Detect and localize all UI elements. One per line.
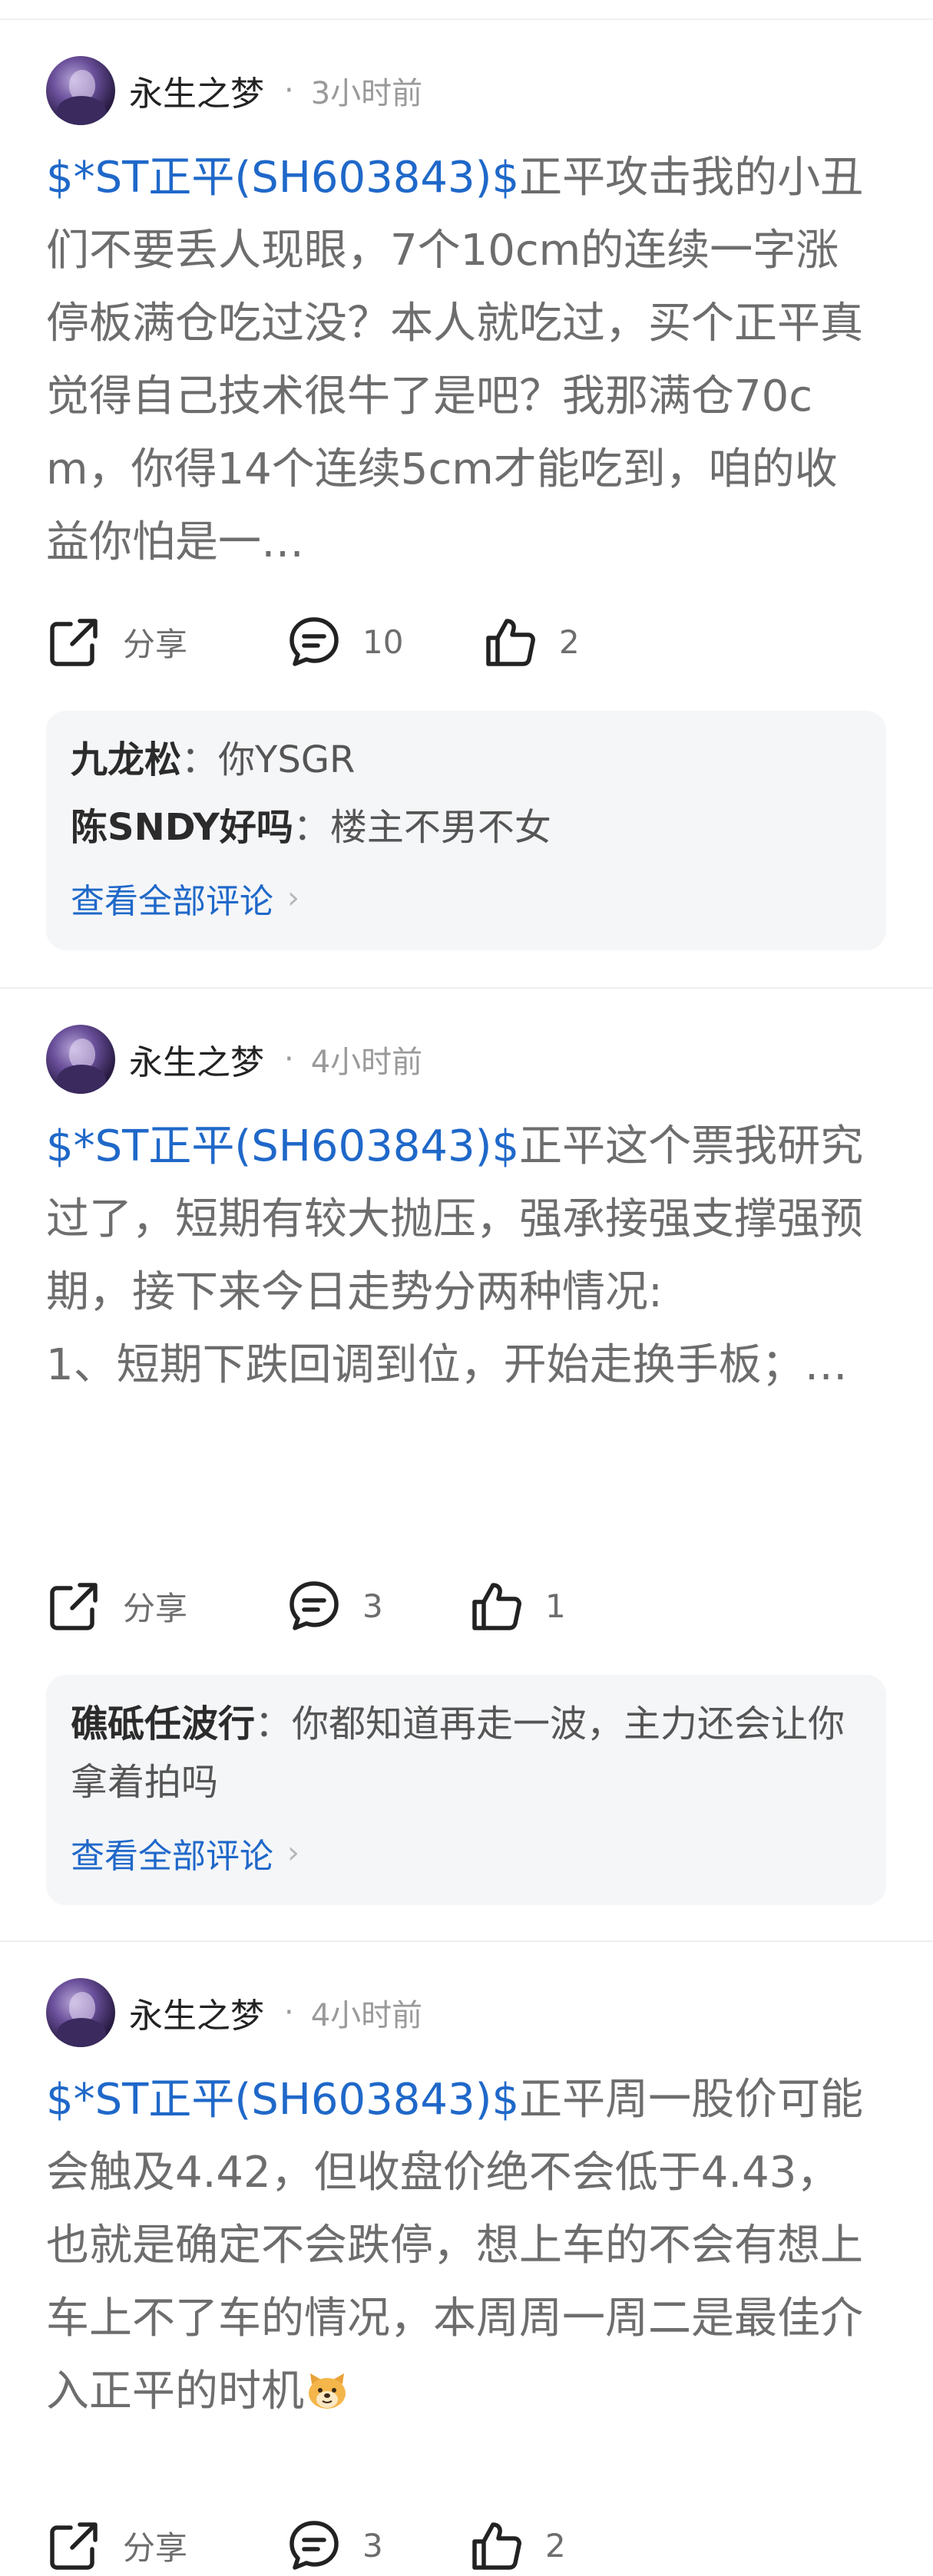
post-content[interactable]: $*ST正平(SH603843)$正平这个票我研究过了，短期有较大抛压，强承接强…: [46, 1110, 875, 1402]
like-count: 2: [559, 623, 580, 661]
post-actions: 分享 3 2: [46, 2515, 891, 2576]
comment-item[interactable]: 九龙松：你YSGR: [71, 731, 862, 789]
view-all-comments-link[interactable]: 查看全部评论 ›: [71, 1828, 299, 1878]
comment-item[interactable]: 陈SNDY好吗：楼主不男不女: [71, 798, 862, 857]
like-button[interactable]: 2: [482, 611, 580, 672]
stock-tag-link[interactable]: $*ST正平(SH603843)$: [46, 2075, 519, 2125]
post-header: 永生之梦 · 3小时前: [46, 55, 422, 126]
post-time: 4小时前: [310, 1045, 423, 1080]
share-button[interactable]: 分享: [46, 1575, 187, 1636]
comment-bubble-icon: [289, 1581, 339, 1630]
like-count: 2: [545, 2526, 566, 2564]
like-button[interactable]: 2: [468, 2515, 566, 2576]
post-actions: 分享 3 1: [46, 1575, 891, 1636]
comment-author[interactable]: 陈SNDY好吗: [71, 806, 293, 849]
post-content[interactable]: $*ST正平(SH603843)$正平攻击我的小丑们不要丢人现眼，7个10cm的…: [46, 141, 875, 579]
stock-tag-link[interactable]: $*ST正平(SH603843)$: [46, 1121, 519, 1171]
view-all-label: 查看全部评论: [71, 882, 273, 921]
comment-author[interactable]: 九龙松: [71, 738, 181, 781]
avatar[interactable]: [46, 1025, 115, 1094]
post-time: 4小时前: [310, 1998, 423, 2033]
stock-tag-link[interactable]: $*ST正平(SH603843)$: [46, 153, 519, 203]
username[interactable]: 永生之梦: [129, 1035, 264, 1084]
comment-item[interactable]: 礁砥任波行：你都知道再走一波，主力还会让你拿着拍吗: [71, 1695, 862, 1811]
separator-dot: ·: [284, 73, 294, 108]
post-body-text-line2: 1、短期下跌回调到位，开始走换手板；…: [46, 1340, 848, 1390]
comment-separator: ：: [181, 738, 219, 781]
comment-count: 10: [362, 623, 404, 661]
username[interactable]: 永生之梦: [129, 1988, 264, 2037]
comment-preview-box: 九龙松：你YSGR 陈SNDY好吗：楼主不男不女 查看全部评论 ›: [46, 711, 886, 950]
separator-dot: ·: [284, 1995, 294, 2030]
comment-button[interactable]: 10: [286, 611, 403, 672]
comment-author[interactable]: 礁砥任波行: [71, 1702, 255, 1745]
separator-dot: ·: [284, 1042, 294, 1077]
thumbs-up-icon: [472, 2522, 521, 2570]
post-header: 永生之梦 · 4小时前: [46, 1977, 422, 2048]
avatar[interactable]: [46, 56, 115, 125]
post-divider: [0, 987, 933, 989]
thumbs-up-icon: [486, 619, 535, 666]
post-divider: [0, 1940, 933, 1942]
top-divider: [0, 18, 933, 20]
comment-button[interactable]: 3: [286, 1575, 383, 1636]
dog-face-emoji: [309, 2373, 346, 2409]
share-icon: [50, 2522, 98, 2570]
comment-count: 3: [362, 1587, 383, 1625]
comment-text: 你YSGR: [218, 738, 356, 781]
chevron-right-icon: ›: [287, 880, 299, 916]
avatar[interactable]: [46, 1978, 115, 2047]
comment-bubble-icon: [289, 2521, 339, 2570]
share-icon: [50, 1583, 98, 1630]
post-body-text: 正平攻击我的小丑们不要丢人现眼，7个10cm的连续一字涨停板满仓吃过没？本人就吃…: [46, 153, 864, 567]
comment-count: 3: [362, 2526, 383, 2564]
post-time: 3小时前: [310, 76, 423, 111]
like-button[interactable]: 1: [468, 1575, 566, 1636]
share-label: 分享: [123, 2528, 188, 2567]
share-label: 分享: [123, 1589, 188, 1627]
post-actions: 分享 10 2: [46, 611, 891, 672]
post-header: 永生之梦 · 4小时前: [46, 1024, 422, 1095]
comment-separator: ：: [255, 1702, 293, 1745]
post-content[interactable]: $*ST正平(SH603843)$正平周一股价可能会触及4.42，但收盘价绝不会…: [46, 2063, 875, 2428]
username[interactable]: 永生之梦: [129, 66, 264, 115]
comment-separator: ：: [293, 806, 330, 849]
view-all-label: 查看全部评论: [71, 1837, 273, 1876]
comment-text: 楼主不男不女: [329, 806, 551, 849]
thumbs-up-icon: [472, 1583, 521, 1630]
comment-bubble-icon: [289, 617, 339, 666]
comment-preview-box: 礁砥任波行：你都知道再走一波，主力还会让你拿着拍吗 查看全部评论 ›: [46, 1675, 886, 1905]
share-button[interactable]: 分享: [46, 611, 187, 672]
view-all-comments-link[interactable]: 查看全部评论 ›: [71, 874, 299, 923]
share-button[interactable]: 分享: [46, 2515, 187, 2576]
share-icon: [50, 619, 98, 666]
post-body-text: 正平周一股价可能会触及4.42，但收盘价绝不会低于4.43，也就是确定不会跌停，…: [46, 2075, 864, 2416]
comment-button[interactable]: 3: [286, 2515, 383, 2576]
chevron-right-icon: ›: [287, 1835, 299, 1871]
like-count: 1: [545, 1587, 566, 1625]
share-label: 分享: [123, 625, 188, 663]
